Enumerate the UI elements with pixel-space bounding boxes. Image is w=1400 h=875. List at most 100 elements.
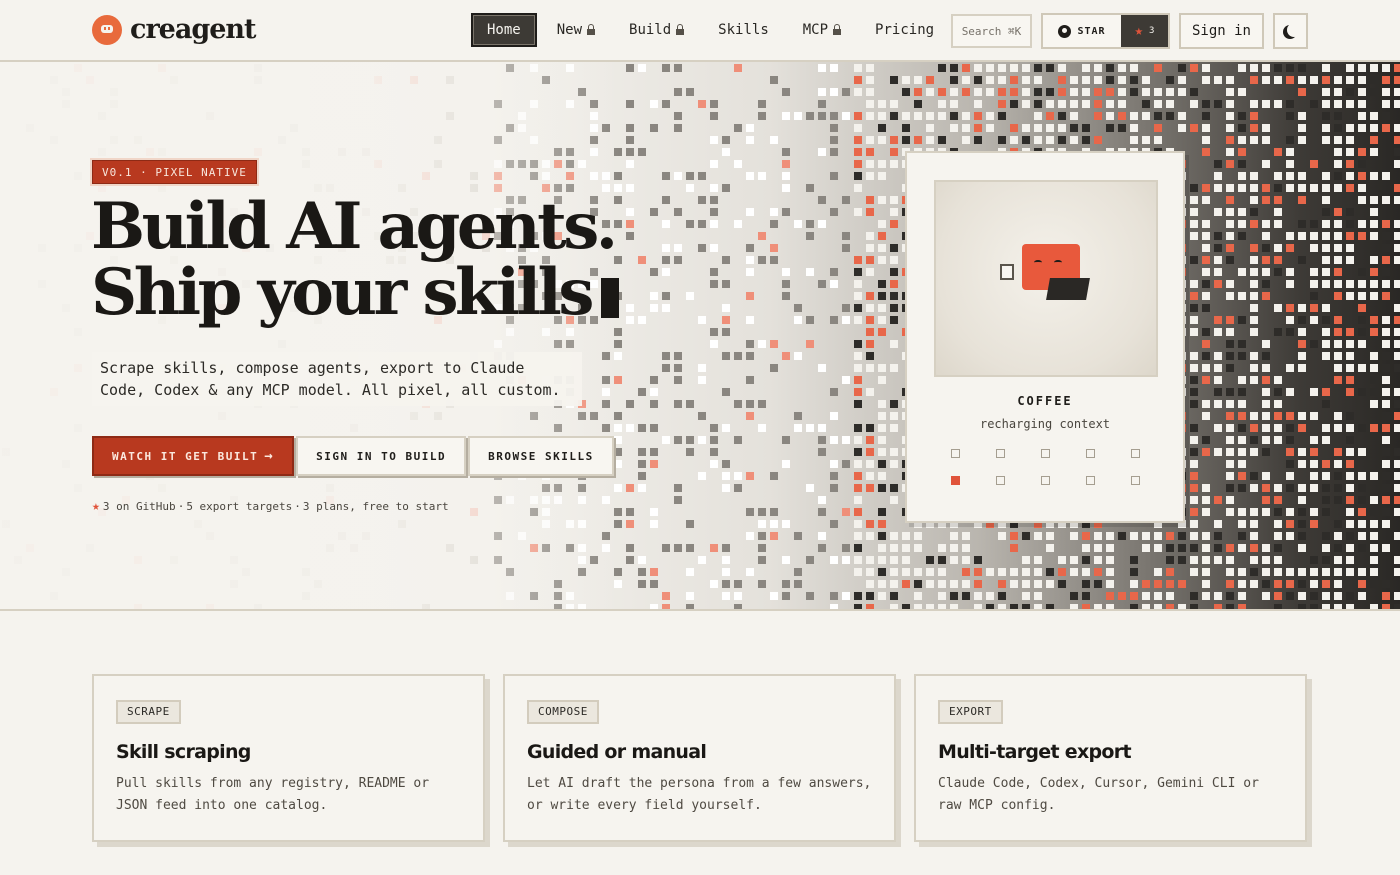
sign-in-button[interactable]: Sign in (1179, 13, 1264, 49)
bg-pixel (854, 88, 862, 96)
bg-pixel (926, 124, 934, 132)
bg-pixel (974, 136, 982, 144)
watch-it-get-built-button[interactable]: WATCH IT GET BUILT → (92, 436, 295, 476)
bg-pixel (1382, 100, 1390, 108)
bg-pixel (1238, 220, 1246, 228)
github-star-label-area[interactable]: STAR (1043, 15, 1121, 47)
sign-in-to-build-button[interactable]: SIGN IN TO BUILD (296, 436, 467, 476)
bg-pixel (1166, 100, 1174, 108)
bg-pixel (998, 592, 1006, 600)
bg-pixel (1274, 388, 1282, 396)
bg-pixel (1154, 544, 1162, 552)
bg-pixel (1394, 232, 1400, 240)
bg-pixel (1358, 592, 1366, 600)
logo[interactable]: creagent (92, 14, 256, 45)
bg-pixel (1346, 592, 1354, 600)
bg-pixel (854, 448, 862, 456)
bg-pixel (1322, 136, 1330, 144)
bg-pixel (866, 436, 874, 444)
nav-new[interactable]: New (543, 13, 609, 47)
bg-pixel (1214, 400, 1222, 408)
bg-pixel (878, 136, 886, 144)
bg-pixel (1190, 316, 1198, 324)
bg-pixel (974, 604, 982, 609)
bg-pixel (638, 64, 646, 72)
bg-pixel (722, 556, 730, 564)
bg-pixel (1310, 304, 1318, 312)
bg-pixel (626, 544, 634, 552)
bg-pixel (1262, 292, 1270, 300)
nav-build[interactable]: Build (615, 13, 698, 47)
nav-skills[interactable]: Skills (704, 13, 783, 47)
bg-pixel (1394, 88, 1400, 96)
bg-pixel (1310, 268, 1318, 276)
bg-pixel (1082, 580, 1090, 588)
theme-toggle-button[interactable] (1273, 13, 1308, 49)
bg-pixel (1382, 484, 1390, 492)
bg-pixel (710, 160, 718, 168)
github-star-button[interactable]: STAR ★ 3 (1041, 13, 1170, 49)
github-star-count-area[interactable]: ★ 3 (1121, 15, 1168, 47)
search-input[interactable]: Search ⌘K (951, 14, 1032, 48)
nav-mcp[interactable]: MCP (789, 13, 855, 47)
bg-pixel (1202, 508, 1210, 516)
bg-pixel (854, 592, 862, 600)
bg-pixel (662, 100, 670, 108)
moon-icon (1287, 23, 1301, 37)
bg-pixel (1130, 88, 1138, 96)
bg-pixel (638, 556, 646, 564)
bg-pixel (1358, 364, 1366, 372)
bg-pixel (1382, 352, 1390, 360)
bg-pixel (1322, 556, 1330, 564)
bg-pixel (1322, 232, 1330, 240)
bg-pixel (1094, 532, 1102, 540)
bg-pixel (962, 544, 970, 552)
bg-pixel (890, 316, 898, 324)
bg-pixel (1370, 544, 1378, 552)
bg-pixel (890, 136, 898, 144)
bg-pixel (926, 580, 934, 588)
bg-pixel (890, 484, 898, 492)
bg-pixel (1214, 268, 1222, 276)
bg-pixel (1238, 184, 1246, 192)
bg-pixel (1310, 244, 1318, 252)
nav-pricing[interactable]: Pricing (861, 13, 948, 47)
bg-pixel (1358, 472, 1366, 480)
bg-pixel (1274, 544, 1282, 552)
bg-pixel (1262, 364, 1270, 372)
bg-pixel (1310, 280, 1318, 288)
bg-pixel (1082, 592, 1090, 600)
bg-pixel (734, 592, 742, 600)
bg-pixel (878, 172, 886, 180)
bg-pixel (1046, 136, 1054, 144)
bg-pixel (1262, 472, 1270, 480)
bg-pixel (1274, 64, 1282, 72)
bg-pixel (1142, 544, 1150, 552)
bg-pixel (1262, 352, 1270, 360)
browse-skills-button[interactable]: BROWSE SKILLS (468, 436, 614, 476)
bg-pixel (1250, 544, 1258, 552)
bg-pixel (1358, 388, 1366, 396)
bg-pixel (1370, 520, 1378, 528)
bg-pixel (842, 556, 850, 564)
bg-pixel (830, 136, 838, 144)
bg-pixel (1382, 376, 1390, 384)
bg-pixel (746, 352, 754, 360)
bg-pixel (1382, 112, 1390, 120)
bg-pixel (1370, 232, 1378, 240)
bg-pixel (1298, 460, 1306, 468)
bg-pixel (794, 424, 802, 432)
bg-pixel (1250, 520, 1258, 528)
bg-pixel (1238, 484, 1246, 492)
nav-home[interactable]: Home (471, 13, 537, 47)
bg-pixel (1202, 376, 1210, 384)
bg-pixel (1130, 568, 1138, 576)
bg-pixel (1226, 448, 1234, 456)
bg-pixel (1346, 160, 1354, 168)
bg-pixel (1202, 436, 1210, 444)
bg-pixel (1214, 544, 1222, 552)
bg-pixel (1262, 268, 1270, 276)
bg-pixel (1238, 604, 1246, 609)
bg-pixel (698, 412, 706, 420)
bg-pixel (734, 580, 742, 588)
